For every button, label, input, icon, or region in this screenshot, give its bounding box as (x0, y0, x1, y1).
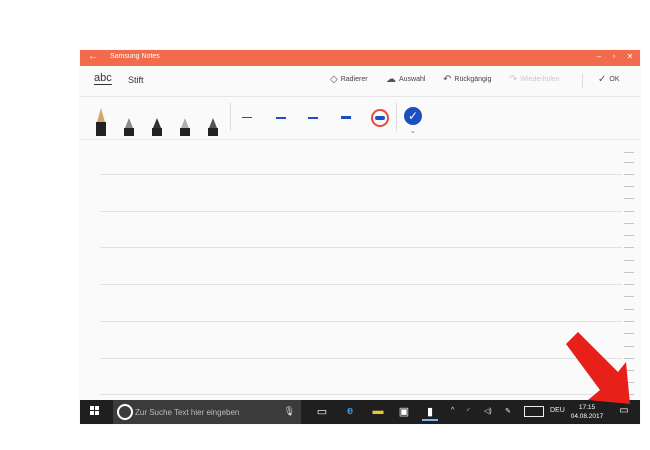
scroll-tick (624, 260, 634, 261)
ruled-line (100, 394, 622, 395)
check-icon: ✓ (407, 109, 419, 123)
undo-icon: ↶ (443, 74, 452, 85)
main-toolbar: abc Stift ◇ Radierer ☁ Auswahl ↶ Rückgän… (80, 66, 640, 97)
scroll-tick (624, 321, 634, 322)
minimize-icon[interactable]: – (592, 52, 606, 61)
wifi-icon[interactable]: ◜ (467, 407, 470, 415)
check-icon: ✓ (598, 74, 607, 85)
size-thin-button[interactable] (242, 117, 252, 118)
mode-label: Stift (128, 75, 144, 85)
abc-label: abc (94, 72, 112, 85)
pen-toolbar: ✓ ⌄ (80, 97, 640, 140)
scroll-tick (624, 211, 634, 212)
redo-label: Wiederholen (520, 76, 560, 83)
edge-browser-icon[interactable]: e (342, 405, 358, 417)
ruled-line (100, 174, 622, 175)
select-button[interactable]: ☁ Auswahl (386, 74, 425, 85)
windows-taskbar: Zur Suche Text hier eingeben 🎙︎ ▭ e ▬ ▣ … (80, 400, 640, 424)
back-arrow-icon[interactable]: ← (88, 51, 98, 62)
red-pointer-arrow-icon (566, 332, 630, 404)
pen-workspace-icon[interactable]: ✎ (505, 407, 511, 415)
scroll-tick (624, 162, 634, 163)
samsung-notes-window: ← Samsung Notes – ▫ ✕ abc Stift ◇ Radier… (80, 50, 640, 424)
scroll-tick (624, 223, 634, 224)
scroll-tick (624, 174, 634, 175)
scroll-tick (624, 284, 634, 285)
pencil-icon[interactable] (152, 118, 162, 136)
redo-button[interactable]: ↷ Wiederholen (509, 74, 560, 85)
brush-pen-icon[interactable] (208, 118, 218, 136)
clock-date: 04.08.2017 (570, 413, 604, 420)
fountain-pen-icon[interactable] (96, 108, 106, 136)
touch-keyboard-icon[interactable] (524, 406, 544, 417)
scroll-tick (624, 235, 634, 236)
size-medium-button[interactable] (276, 117, 286, 119)
scroll-tick (624, 198, 634, 199)
store-icon[interactable]: ▣ (396, 405, 412, 418)
ruled-line (100, 284, 622, 285)
windows-start-icon[interactable] (90, 406, 100, 416)
pen-divider (230, 103, 231, 131)
eraser-icon: ◇ (330, 74, 338, 85)
ruled-line (100, 358, 622, 359)
scroll-tick (624, 272, 634, 273)
close-icon[interactable]: ✕ (623, 52, 637, 61)
title-bar: ← Samsung Notes – ▫ ✕ (80, 50, 640, 66)
scroll-tick (624, 152, 634, 153)
color-picker-button[interactable]: ✓ (404, 107, 422, 125)
chevron-down-icon[interactable]: ⌄ (410, 127, 416, 135)
ruled-line (100, 247, 622, 248)
redo-icon: ↷ (509, 74, 518, 85)
volume-icon[interactable]: ◁) (484, 407, 492, 415)
size-divider (396, 103, 397, 131)
ruled-line (100, 211, 622, 212)
lasso-icon: ☁ (386, 74, 396, 85)
size-thick-button[interactable] (308, 117, 318, 119)
undo-button[interactable]: ↶ Rückgängig (443, 74, 491, 85)
eraser-button[interactable]: ◇ Radierer (330, 74, 368, 85)
eraser-label: Radierer (340, 76, 368, 83)
cortana-icon[interactable] (117, 404, 133, 420)
toolbar-divider (582, 74, 583, 88)
ok-label: OK (609, 76, 620, 83)
samsung-notes-taskbar-icon[interactable]: ▮ (422, 405, 438, 421)
file-explorer-icon[interactable]: ▬ (370, 405, 386, 417)
task-view-icon[interactable]: ▭ (314, 405, 330, 418)
scroll-tick (624, 309, 634, 310)
undo-label: Rückgängig (454, 76, 492, 83)
scroll-tick (624, 186, 634, 187)
calligraphy-pen-icon[interactable] (124, 118, 134, 136)
scroll-tick (624, 296, 634, 297)
writing-canvas[interactable] (80, 140, 640, 400)
restore-icon[interactable]: ▫ (607, 52, 621, 61)
select-label: Auswahl (399, 76, 426, 83)
ruled-line (100, 321, 622, 322)
marker-icon[interactable] (180, 118, 190, 136)
size-thicker-button[interactable] (341, 116, 351, 119)
taskbar-search-box[interactable]: Zur Suche Text hier eingeben 🎙︎ (113, 400, 301, 424)
search-placeholder: Zur Suche Text hier eingeben (135, 408, 240, 417)
size-thickest-button[interactable] (371, 109, 389, 127)
microphone-icon[interactable]: 🎙︎ (284, 406, 295, 417)
show-hidden-icons-icon[interactable]: ^ (451, 407, 454, 414)
handwriting-to-text-button[interactable]: abc (94, 72, 112, 85)
ok-button[interactable]: ✓ OK (598, 74, 620, 85)
scroll-tick (624, 247, 634, 248)
window-title: Samsung Notes (110, 53, 160, 60)
